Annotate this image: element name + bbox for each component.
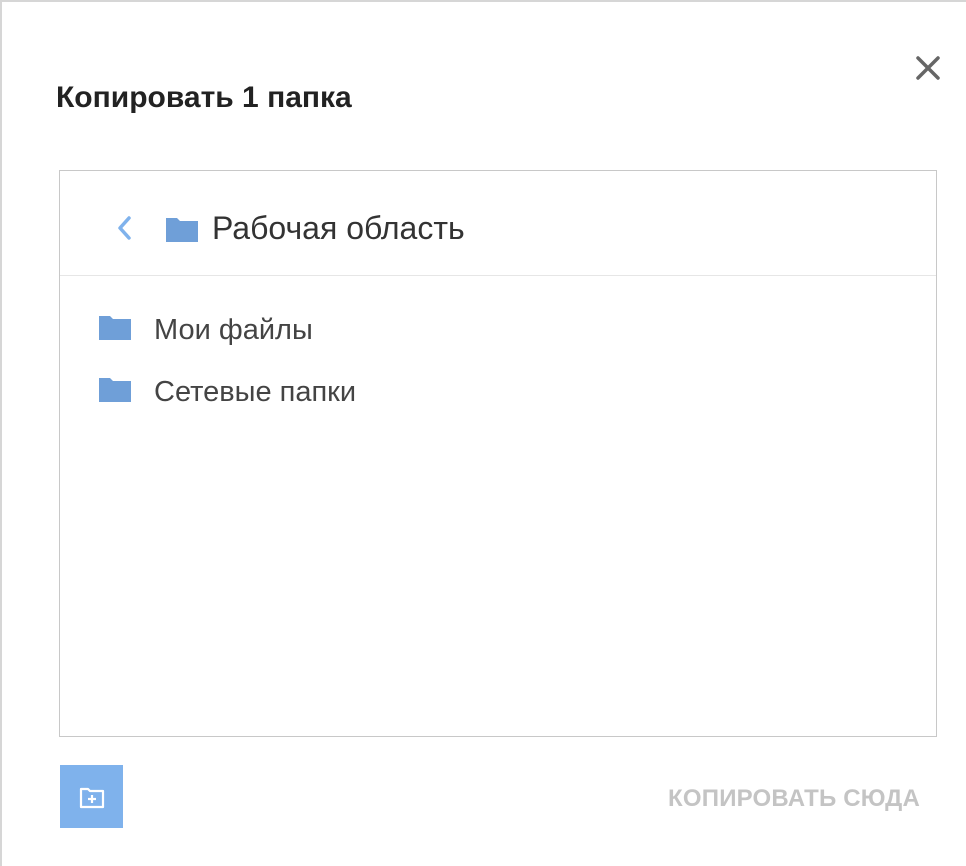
folder-browser: Рабочая область Мои файлы Сетевые папки bbox=[59, 170, 937, 737]
list-item[interactable]: Сетевые папки bbox=[60, 353, 936, 415]
add-folder-icon bbox=[79, 787, 104, 808]
close-icon bbox=[916, 56, 940, 80]
list-item[interactable]: Мои файлы bbox=[60, 291, 936, 353]
browser-header: Рабочая область bbox=[60, 171, 936, 276]
list-item-label: Мои файлы bbox=[154, 314, 313, 346]
new-folder-button[interactable] bbox=[60, 765, 123, 828]
folder-list: Мои файлы Сетевые папки bbox=[60, 291, 936, 415]
list-item-label: Сетевые папки bbox=[154, 376, 357, 408]
chevron-left-icon bbox=[118, 216, 131, 240]
current-folder-name: Рабочая область bbox=[212, 210, 465, 246]
copy-here-button[interactable]: КОПИРОВАТЬ СЮДА bbox=[668, 784, 920, 814]
folder-icon bbox=[99, 378, 131, 402]
dialog-title: Копировать 1 папка bbox=[56, 81, 352, 114]
back-button[interactable] bbox=[110, 211, 138, 245]
folder-icon bbox=[166, 218, 198, 242]
folder-icon bbox=[99, 316, 131, 340]
copy-dialog: Копировать 1 папка Рабочая область Мои ф… bbox=[0, 0, 966, 866]
close-button[interactable] bbox=[908, 48, 948, 88]
